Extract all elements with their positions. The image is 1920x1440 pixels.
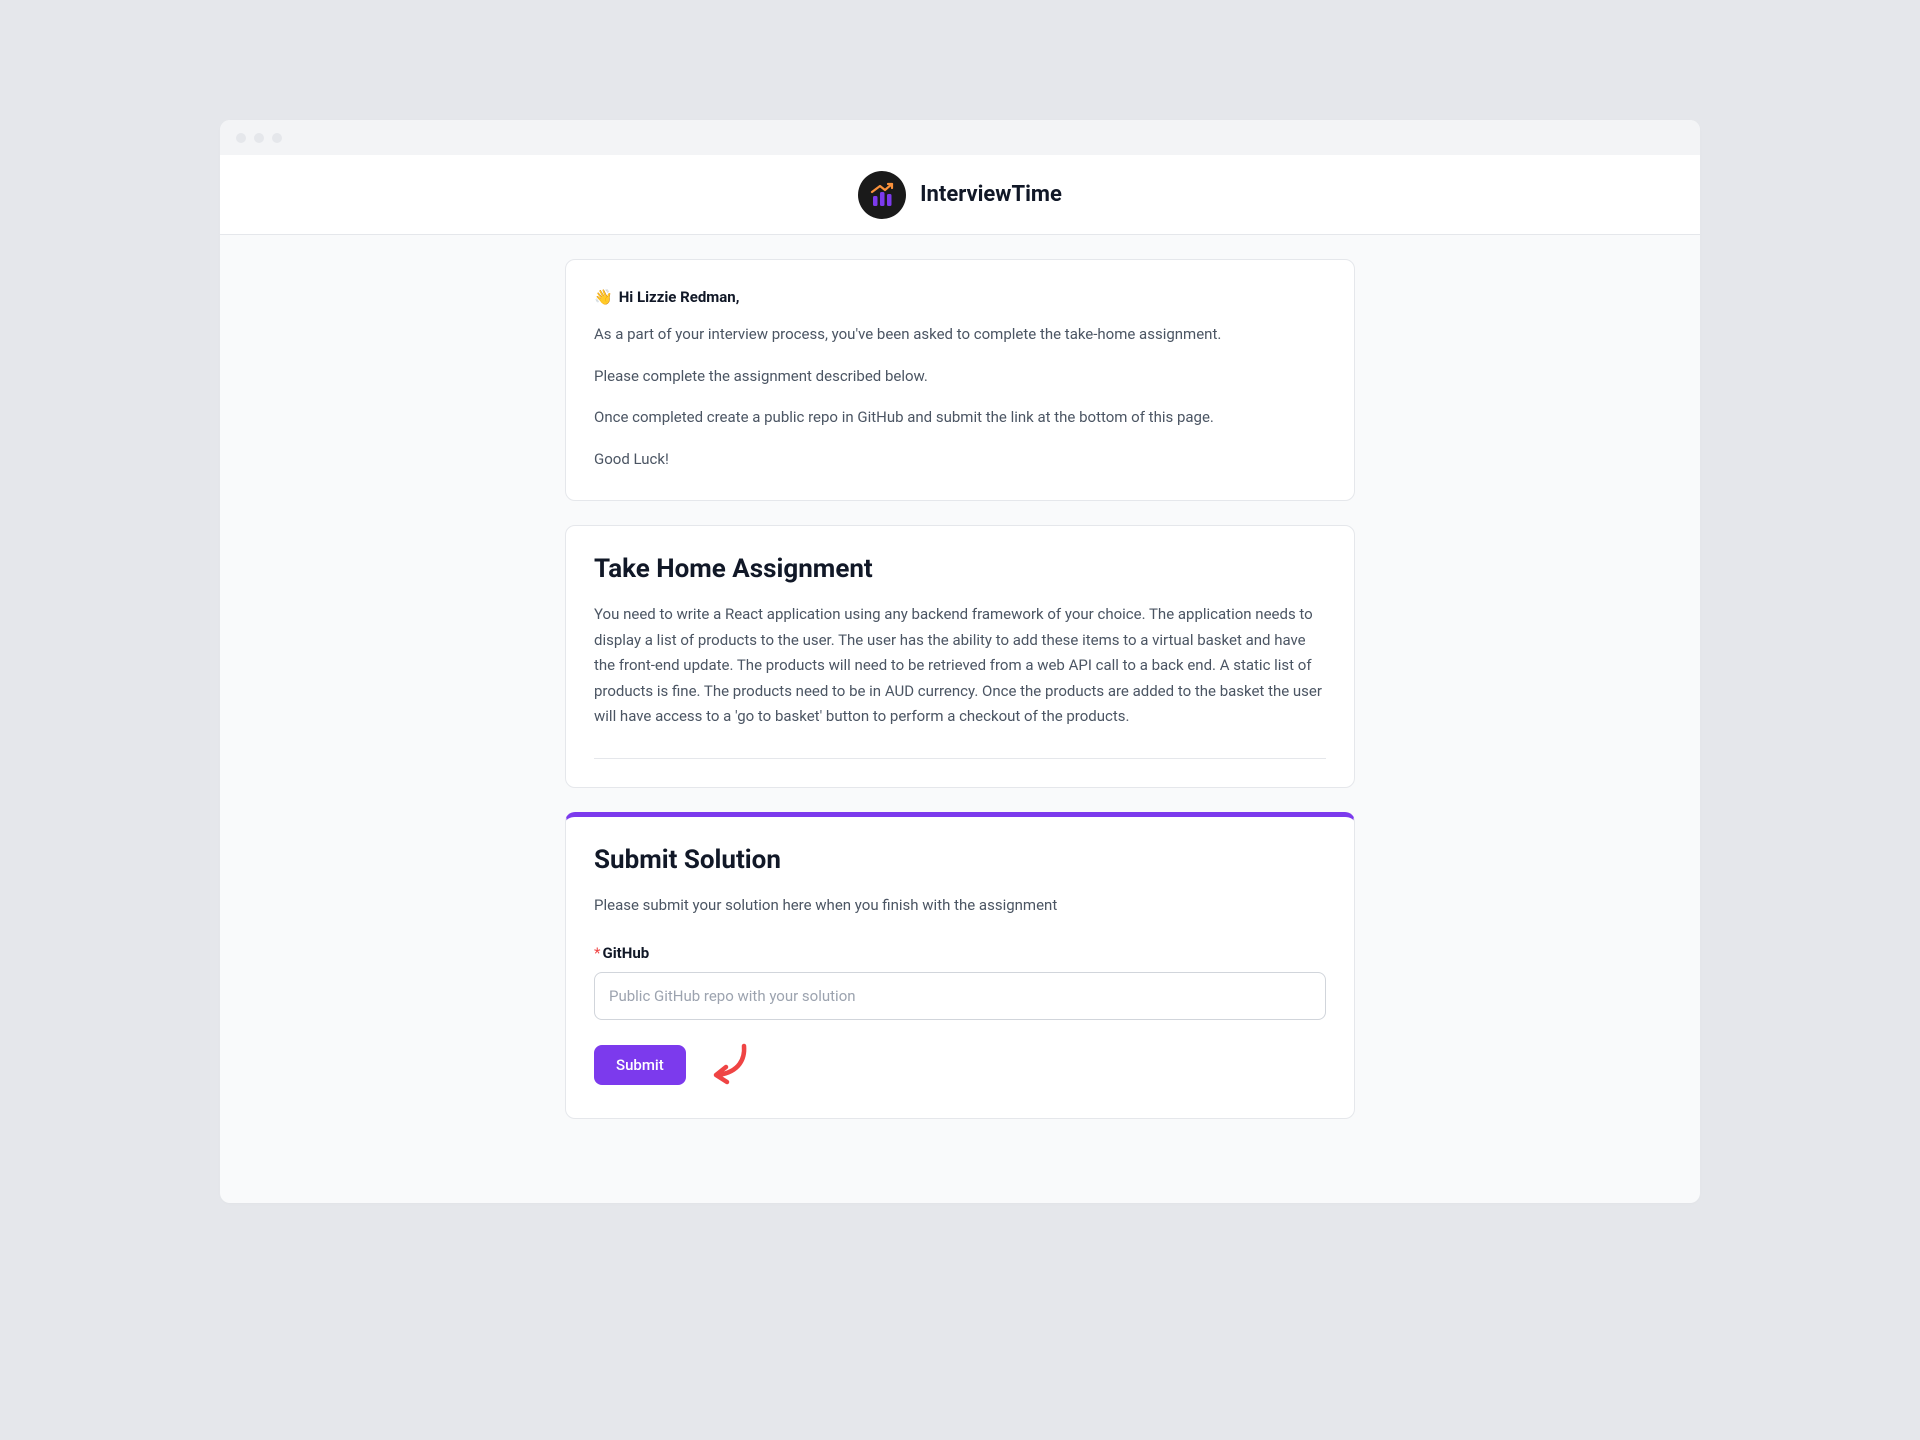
greeting-text: Hi Lizzie Redman,: [619, 288, 740, 306]
submit-subtitle: Please submit your solution here when yo…: [594, 893, 1326, 919]
app-header: InterviewTime: [220, 155, 1700, 235]
submit-button[interactable]: Submit: [594, 1045, 686, 1085]
intro-paragraph: As a part of your interview process, you…: [594, 322, 1326, 348]
content-area: 👋 Hi Lizzie Redman, As a part of your in…: [220, 235, 1700, 1203]
intro-card: 👋 Hi Lizzie Redman, As a part of your in…: [565, 259, 1355, 501]
assignment-card: Take Home Assignment You need to write a…: [565, 525, 1355, 788]
github-label-text: GitHub: [602, 944, 649, 962]
greeting: 👋 Hi Lizzie Redman,: [594, 288, 1326, 306]
divider: [594, 758, 1326, 759]
intro-paragraph: Good Luck!: [594, 447, 1326, 473]
github-field-label: *GitHub: [594, 944, 1326, 962]
submit-title: Submit Solution: [594, 845, 1326, 875]
wave-emoji-icon: 👋: [594, 288, 613, 306]
window-dot: [254, 133, 264, 143]
intro-paragraph: Please complete the assignment described…: [594, 364, 1326, 390]
arrow-annotation-icon: [704, 1040, 754, 1090]
assignment-body: You need to write a React application us…: [594, 602, 1326, 730]
titlebar: [220, 120, 1700, 155]
required-indicator: *: [594, 944, 600, 962]
github-input[interactable]: [594, 972, 1326, 1020]
window-dot: [272, 133, 282, 143]
window-dot: [236, 133, 246, 143]
browser-window: InterviewTime 👋 Hi Lizzie Redman, As a p…: [220, 120, 1700, 1203]
brand-name: InterviewTime: [920, 182, 1062, 207]
intro-paragraph: Once completed create a public repo in G…: [594, 405, 1326, 431]
brand-logo-icon: [858, 171, 906, 219]
assignment-title: Take Home Assignment: [594, 554, 1326, 584]
submit-card: Submit Solution Please submit your solut…: [565, 812, 1355, 1120]
